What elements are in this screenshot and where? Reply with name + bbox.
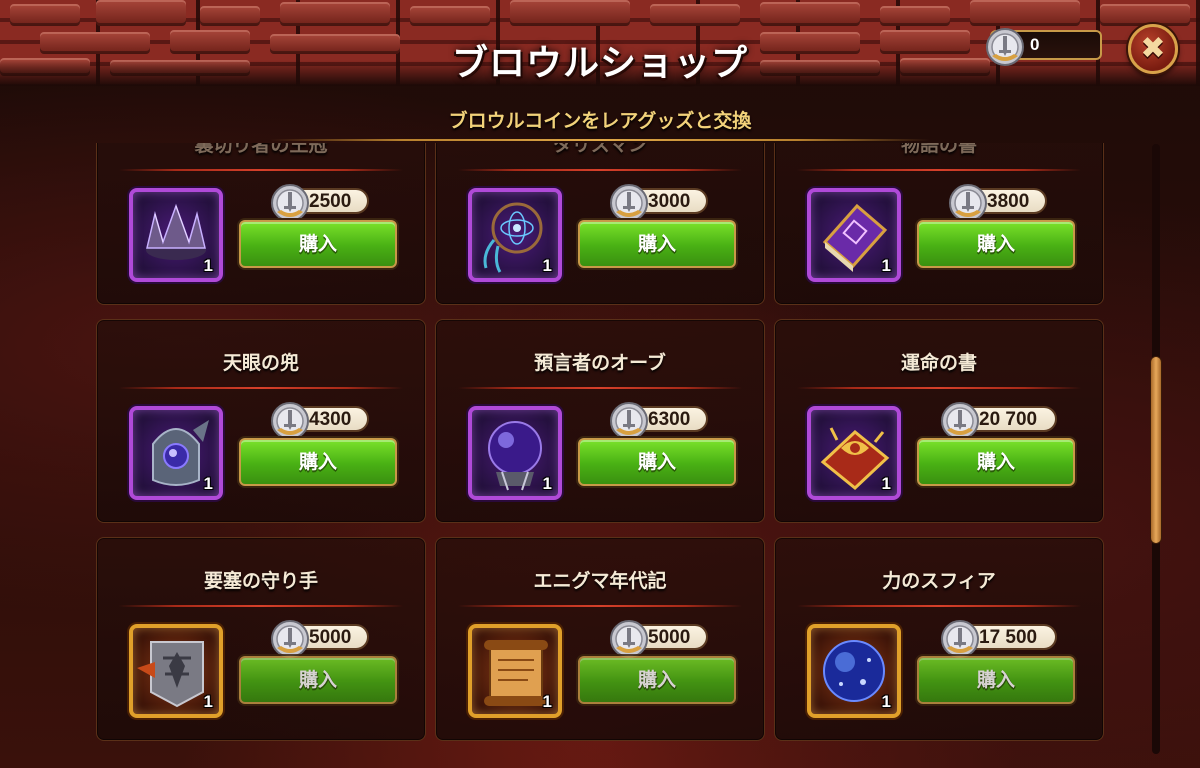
- price-value: 17 500: [979, 627, 1038, 648]
- item-quantity: 1: [881, 474, 891, 493]
- item-divider: [797, 169, 1081, 171]
- shop-item-card: 要塞の守り手 1 5000 購入: [96, 537, 426, 741]
- shop-item-card: 物語の書 1 3800 購入: [774, 143, 1104, 305]
- buy-button[interactable]: 購入: [239, 656, 397, 704]
- item-price: 4300: [271, 402, 369, 440]
- item-divider: [797, 387, 1081, 389]
- buy-button[interactable]: 購入: [239, 438, 397, 486]
- item-price: 3000: [610, 184, 708, 222]
- item-image[interactable]: 1: [468, 624, 562, 718]
- item-image[interactable]: 1: [807, 624, 901, 718]
- price-value: 6300: [648, 409, 691, 430]
- item-divider: [797, 605, 1081, 607]
- item-image[interactable]: 1: [468, 188, 562, 282]
- item-name: 運命の書: [900, 352, 977, 374]
- item-name: 預言者のオーブ: [534, 352, 666, 374]
- item-quantity: 1: [542, 474, 552, 493]
- item-image[interactable]: 1: [807, 188, 901, 282]
- item-price: 5000: [610, 620, 708, 658]
- shop-item-card: 力のスフィア 1 17 500 購入: [774, 537, 1104, 741]
- item-quantity: 1: [203, 474, 213, 493]
- price-value: 3000: [648, 191, 691, 212]
- shop-item-card: エニグマ年代記 1 5000 購入: [435, 537, 765, 741]
- currency-value: 0: [1030, 35, 1040, 54]
- item-image[interactable]: 1: [129, 188, 223, 282]
- shop-item-card: 預言者のオーブ 1 6300 購入: [435, 319, 765, 523]
- shop-item-card: 裏切り者の王冠 1 2500 購入: [96, 143, 426, 305]
- buy-button[interactable]: 購入: [917, 656, 1075, 704]
- item-quantity: 1: [881, 256, 891, 275]
- buy-button[interactable]: 購入: [239, 220, 397, 268]
- buy-button[interactable]: 購入: [578, 656, 736, 704]
- item-name: 裏切り者の王冠: [194, 143, 328, 156]
- item-price: 3800: [949, 184, 1047, 222]
- item-name: エニグマ年代記: [533, 570, 667, 592]
- buy-button[interactable]: 購入: [917, 220, 1075, 268]
- price-value: 4300: [309, 409, 352, 430]
- brawl-coin-icon: [984, 26, 1026, 72]
- item-price: 20 700: [941, 402, 1057, 440]
- item-price: 5000: [271, 620, 369, 658]
- item-divider: [458, 387, 742, 389]
- shop-item-card: タリスマン 1 3000 購入: [435, 143, 765, 305]
- price-value: 2500: [309, 191, 352, 212]
- close-button[interactable]: ✖: [1128, 24, 1178, 74]
- item-name: 要塞の守り手: [203, 570, 318, 592]
- close-icon: ✖: [1140, 31, 1166, 66]
- item-divider: [119, 605, 403, 607]
- item-price: 17 500: [941, 620, 1057, 658]
- item-quantity: 1: [881, 692, 891, 711]
- shop-subtitle: ブロウルコインをレアグッズと交換: [448, 110, 752, 132]
- item-name: 物語の書: [900, 143, 977, 156]
- item-name: タリスマン: [552, 143, 648, 156]
- item-price: 2500: [271, 184, 369, 222]
- item-divider: [119, 387, 403, 389]
- item-image[interactable]: 1: [129, 624, 223, 718]
- shop-list[interactable]: 裏切り者の王冠 1 2500 購入 タリスマン 1 3000 購入 物語の書 1 3800 購入 天眼の…: [96, 143, 1106, 753]
- item-image[interactable]: 1: [129, 406, 223, 500]
- item-price: 6300: [610, 402, 708, 440]
- item-quantity: 1: [542, 692, 552, 711]
- shop-item-card: 天眼の兜 1 4300 購入: [96, 319, 426, 523]
- item-divider: [458, 169, 742, 171]
- price-value: 20 700: [979, 409, 1038, 430]
- price-value: 3800: [987, 191, 1030, 212]
- item-quantity: 1: [203, 692, 213, 711]
- scrollbar-thumb[interactable]: [1150, 356, 1162, 544]
- item-divider: [458, 605, 742, 607]
- buy-button[interactable]: 購入: [917, 438, 1075, 486]
- subtitle-divider: [270, 139, 930, 141]
- item-image[interactable]: 1: [807, 406, 901, 500]
- item-quantity: 1: [203, 256, 213, 275]
- item-name: 力のスフィア: [882, 570, 996, 592]
- price-value: 5000: [648, 627, 691, 648]
- buy-button[interactable]: 購入: [578, 438, 736, 486]
- buy-button[interactable]: 購入: [578, 220, 736, 268]
- item-quantity: 1: [542, 256, 552, 275]
- item-name: 天眼の兜: [222, 352, 299, 374]
- item-image[interactable]: 1: [468, 406, 562, 500]
- item-divider: [119, 169, 403, 171]
- price-value: 5000: [309, 627, 352, 648]
- shop-item-card: 運命の書 1 20 700 購入: [774, 319, 1104, 523]
- brawl-coin-balance: 0: [986, 28, 1102, 66]
